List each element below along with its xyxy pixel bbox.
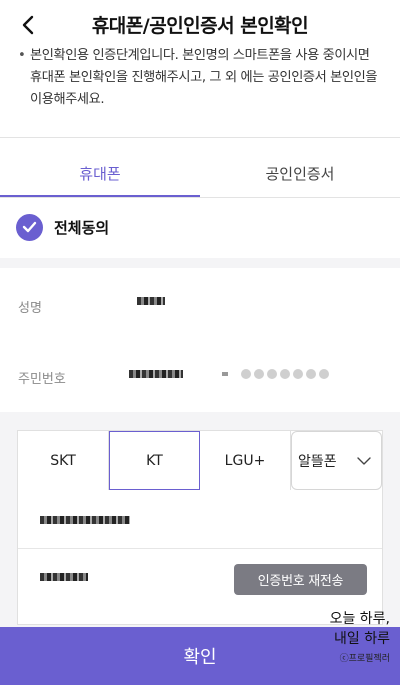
rrn-label: 주민번호 bbox=[18, 372, 66, 387]
rrn-front-masked bbox=[129, 370, 183, 378]
watermark-line1: 오늘 하루, bbox=[329, 611, 390, 627]
carrier-skt[interactable]: SKT bbox=[18, 431, 109, 490]
divider bbox=[0, 197, 400, 198]
carrier-mvno-label: 알뜰폰 bbox=[298, 453, 337, 470]
carrier-lgu[interactable]: LGU+ bbox=[200, 431, 291, 490]
name-value-masked bbox=[137, 297, 165, 305]
header: 휴대폰/공인인증서 본인확인 bbox=[0, 0, 400, 50]
verification-code-field[interactable] bbox=[40, 573, 88, 581]
name-label: 성명 bbox=[18, 301, 42, 316]
page-title: 휴대폰/공인인증서 본인확인 bbox=[91, 15, 309, 37]
section-separator bbox=[0, 258, 400, 268]
agree-all-label: 전체동의 bbox=[54, 218, 110, 237]
auth-method-tabs: 휴대폰 공인인증서 bbox=[0, 148, 400, 198]
tab-phone[interactable]: 휴대폰 bbox=[0, 148, 200, 198]
chevron-down-icon bbox=[357, 456, 371, 465]
divider bbox=[18, 548, 382, 549]
watermark-line2: 내일 하루 bbox=[334, 631, 390, 647]
divider bbox=[0, 137, 400, 138]
notice-text: 본인확인용 인증단계입니다. 본인명의 스마트폰을 사용 중이시면 휴대폰 본인… bbox=[18, 46, 380, 111]
watermark-credit: ⓒ프로필젝러 bbox=[339, 654, 390, 664]
carrier-mvno-select[interactable]: 알뜰폰 bbox=[291, 431, 382, 490]
watermark: 오늘 하루, 내일 하루 ⓒ프로필젝러 bbox=[330, 609, 390, 664]
notice: 본인확인용 인증단계입니다. 본인명의 스마트폰을 사용 중이시면 휴대폰 본인… bbox=[0, 46, 400, 138]
phone-number-field[interactable] bbox=[40, 516, 130, 524]
carrier-kt[interactable]: KT bbox=[109, 431, 200, 490]
rrn-back-masked bbox=[241, 369, 329, 379]
tab-certificate[interactable]: 공인인증서 bbox=[200, 148, 400, 198]
resend-code-button[interactable]: 인증번호 재전송 bbox=[234, 564, 367, 595]
agree-all-checkbox[interactable]: 전체동의 bbox=[16, 211, 109, 243]
check-icon bbox=[16, 213, 43, 241]
carrier-selector: SKT KT LGU+ 알뜰폰 bbox=[18, 431, 382, 490]
rrn-dash bbox=[222, 372, 228, 376]
